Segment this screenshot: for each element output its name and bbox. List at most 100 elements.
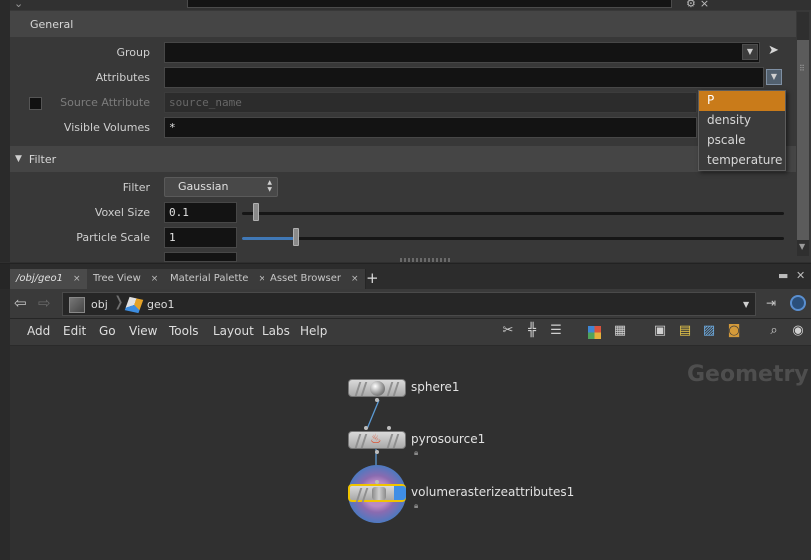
pin-jump-icon[interactable]: ⇥ [766,296,776,310]
voxel-size-field[interactable]: 0.1 [164,202,237,223]
particle-scale-field[interactable]: 1 [164,227,237,248]
forward-arrow-icon[interactable]: ⇨ [38,294,51,312]
path-dropdown-arrow-icon[interactable]: ▼ [743,300,749,309]
close-icon[interactable]: × [700,0,713,10]
dropdown-option[interactable]: density [699,111,785,131]
display-flag-icon[interactable] [394,486,406,500]
node-pyrosource1[interactable]: ♨ [348,431,406,449]
dropdown-option[interactable]: P [699,91,785,111]
source-attribute-label: Source Attribute [60,96,150,109]
visibility-toggle-icon[interactable]: ◉ [790,323,806,340]
menu-help[interactable]: Help [300,324,327,338]
flame-icon: ♨ [370,432,382,447]
network-toolbar: Add Edit Go View Tools Layout Labs Help … [0,319,811,346]
particle-scale-slider-handle[interactable] [293,228,299,246]
close-tab-icon[interactable]: × [73,274,81,284]
attributes-menu-button[interactable]: ▼ [766,69,782,85]
tab-label: /obj/geo1 [16,273,63,284]
close-tab-icon[interactable]: × [351,274,359,284]
dropdown-option[interactable]: temperature [699,151,785,171]
add-tab-icon[interactable]: + [366,269,379,287]
output-connector[interactable] [375,398,379,402]
network-box-icon[interactable]: ▣ [652,323,668,340]
scroll-down-arrow-icon[interactable]: ▼ [799,242,805,251]
scroll-grip-icon[interactable]: ⠿ [799,64,805,73]
lock-icon: 🔒︎ [414,448,419,457]
filter-menu[interactable]: Gaussian ▲ ▼ [164,177,278,197]
group-dropdown-arrow-icon[interactable]: ▼ [742,44,758,60]
menu-edit[interactable]: Edit [63,324,86,338]
source-attribute-field: source_name [164,92,697,113]
voxel-size-slider-handle[interactable] [253,203,259,221]
filter-header-label: Filter [28,152,57,166]
tab-network-geo1[interactable]: /obj/geo1 × [10,269,88,290]
node-label-pyrosource1[interactable]: pyrosource1 [411,432,485,446]
voxel-size-slider-track[interactable] [242,212,784,215]
input-connector[interactable] [364,426,368,430]
tab-label: Material Palette [170,273,249,284]
attributes-field[interactable] [164,67,764,88]
select-cursor-icon[interactable]: ➤ [768,43,779,58]
network-left-edge [0,346,10,560]
image-icon[interactable]: ▨ [701,323,717,340]
gear-icon[interactable]: ⚙ [686,0,700,10]
output-connector[interactable] [375,450,379,454]
next-parameter-field[interactable] [164,252,237,262]
lock-icon: 🔒︎ [414,501,419,510]
node-sphere1[interactable] [348,379,406,397]
tab-tree-view[interactable]: Tree View × [87,269,166,290]
color-palette-icon[interactable] [588,326,601,339]
network-editor[interactable]: Geometry sphere1 ♨ pyrosource1 🔒︎ volume… [10,346,811,560]
top-right-icons[interactable]: ⚙× [686,0,713,10]
menu-go[interactable]: Go [99,324,116,338]
attributes-label: Attributes [95,71,150,84]
back-arrow-icon[interactable]: ⇦ [14,294,27,312]
node-label-volumerasterizeattributes1[interactable]: volumerasterizeattributes1 [411,485,574,499]
pane-tab-bar: /obj/geo1 × Tree View × Material Palette × … [0,263,811,290]
link-pane-icon[interactable] [790,295,806,311]
path-breadcrumb[interactable]: obj ❭ geo1 ▼ [62,292,756,316]
attributes-dropdown-menu[interactable]: P density pscale temperature [698,90,786,171]
collapse-arrow-icon[interactable]: ⌄ [14,0,23,10]
section-header-filter[interactable]: ▼ Filter [10,146,796,172]
subnet-icon[interactable]: ◙ [726,323,742,340]
close-tab-icon[interactable]: × [151,274,159,284]
pane-resize-grip[interactable] [400,258,450,262]
particle-scale-slider-track[interactable] [242,237,784,240]
grid-view-icon[interactable]: ▦ [612,323,628,340]
close-pane-icon[interactable]: ✕ [796,269,805,282]
crumb-obj[interactable]: obj [69,296,108,313]
menu-layout[interactable]: Layout [213,324,254,338]
group-field[interactable] [164,42,760,63]
tab-label: Asset Browser [270,273,342,284]
volume-rasterize-icon [372,487,386,500]
menu-view[interactable]: View [129,324,157,338]
crumb-geo1[interactable]: geo1 [124,296,174,313]
tab-asset-browser[interactable]: Asset Browser × [264,269,366,290]
tree-layout-icon[interactable]: ╬ [524,323,540,340]
sphere-icon [370,381,385,396]
filter-label: Filter [122,181,150,194]
wire-sphere-to-pyrosource [366,399,380,430]
tabbar-left-edge [0,264,10,290]
voxel-size-label: Voxel Size [94,206,150,219]
up-down-arrows-icon: ▲ ▼ [267,179,272,193]
top-parameter-field[interactable] [187,0,672,8]
list-view-icon[interactable]: ☰ [548,323,564,340]
input-connector[interactable] [387,426,391,430]
menu-tools[interactable]: Tools [169,324,199,338]
node-label-sphere1[interactable]: sphere1 [411,380,460,394]
wrench-tools-icon[interactable]: ✂ [500,323,516,340]
maximize-pane-icon[interactable]: ▬ [778,269,788,282]
menu-add[interactable]: Add [27,324,50,338]
general-header-label: General [30,17,74,31]
visible-volumes-field[interactable]: * [164,117,697,138]
sticky-note-icon[interactable]: ▤ [677,323,693,340]
expand-triangle-icon: ▼ [15,154,22,164]
menu-labs[interactable]: Labs [262,324,290,338]
section-header-general[interactable]: General [10,11,796,37]
tab-material-palette[interactable]: Material Palette × [164,269,273,290]
node-volumerasterizeattributes1[interactable] [348,484,406,502]
dropdown-option[interactable]: pscale [699,131,785,151]
search-icon[interactable]: ⌕ [766,323,782,340]
